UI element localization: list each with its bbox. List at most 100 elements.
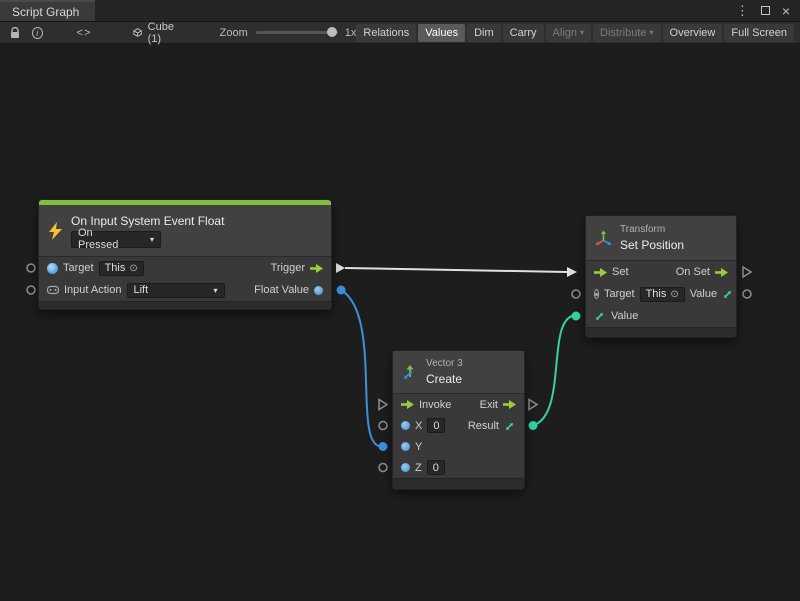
vector3-z-row: Z 0	[393, 457, 524, 478]
code-icon[interactable]: <>	[77, 27, 92, 39]
node-vector3-create[interactable]: Vector 3 Create Invoke Exit X 0 Result Y	[392, 350, 525, 490]
transform-value-row: Value	[586, 305, 736, 327]
port-y-in[interactable]	[379, 442, 388, 451]
port-event-target-in[interactable]	[27, 264, 35, 272]
carry-button[interactable]: Carry	[503, 24, 544, 42]
graph-canvas[interactable]: On Input System Event Float On Pressed▾ …	[0, 45, 800, 601]
zoom-slider[interactable]	[256, 31, 338, 34]
menu-kebab-icon[interactable]: ⋮	[736, 3, 749, 19]
port-onset-out[interactable]	[743, 267, 751, 277]
distribute-button[interactable]: Distribute▾	[593, 24, 660, 42]
transform-set-row: Set On Set	[586, 261, 736, 283]
node-type-label: Transform	[620, 224, 684, 235]
input-action-icon	[47, 285, 59, 295]
graph-asset-icon	[133, 27, 142, 38]
node-title: Set Position	[620, 238, 684, 252]
vector3-x-row: X 0 Result	[393, 415, 524, 436]
flow-arrow-icon	[310, 264, 323, 273]
window-controls: ⋮ ×	[736, 0, 800, 21]
port-set-in[interactable]	[567, 267, 577, 277]
vector3-type-icon	[722, 288, 734, 300]
vector3-y-row: Y	[393, 436, 524, 457]
port-trigger-out[interactable]	[336, 263, 345, 273]
target-label: Target	[604, 288, 635, 300]
float-port-icon	[314, 286, 323, 295]
transform-icon	[595, 230, 612, 246]
x-value-field[interactable]: 0	[427, 418, 445, 433]
z-value-field[interactable]: 0	[427, 460, 445, 475]
float-port-icon	[401, 421, 410, 430]
trigger-label: Trigger	[271, 262, 305, 274]
flow-arrow-icon	[594, 268, 607, 277]
set-label: Set	[612, 266, 629, 278]
object-picker-icon[interactable]: ⊙	[129, 263, 137, 274]
port-event-inputaction-in[interactable]	[27, 286, 35, 294]
info-icon[interactable]: i	[32, 27, 43, 39]
event-target-value-box[interactable]: This⊙	[99, 261, 144, 276]
zoom-slider-handle[interactable]	[327, 27, 337, 37]
chevron-down-icon: ▾	[580, 28, 584, 37]
object-picker-icon[interactable]: ⊙	[670, 289, 678, 300]
vector3-type-icon	[594, 310, 606, 322]
input-action-label: Input Action	[64, 284, 122, 296]
transform-node-header[interactable]: Transform Set Position	[586, 216, 736, 261]
port-x-in[interactable]	[379, 422, 387, 430]
node-title: On Input System Event Float	[71, 214, 224, 228]
float-value-label: Float Value	[254, 284, 309, 296]
wire-trigger-to-set[interactable]	[345, 268, 567, 272]
port-z-in[interactable]	[379, 464, 387, 472]
result-label: Result	[468, 420, 499, 432]
lock-icon[interactable]	[10, 27, 20, 39]
tab-title: Script Graph	[12, 5, 79, 19]
dim-button[interactable]: Dim	[467, 24, 501, 42]
port-transform-target-in[interactable]	[572, 290, 580, 298]
port-value-out[interactable]	[743, 290, 751, 298]
event-node-header[interactable]: On Input System Event Float On Pressed▾	[39, 205, 331, 257]
wire-floatvalue-to-y[interactable]	[341, 290, 381, 447]
vector3-node-footer	[393, 478, 524, 489]
node-type-label: Vector 3	[426, 358, 463, 369]
lightning-icon	[48, 222, 63, 240]
port-float-value-out[interactable]	[337, 286, 346, 295]
float-port-icon	[401, 442, 410, 451]
vector3-type-icon	[504, 420, 516, 432]
graph-target-label: Cube (1)	[148, 21, 184, 45]
title-bar: Script Graph ⋮ ×	[0, 0, 800, 22]
close-icon[interactable]: ×	[782, 4, 790, 18]
port-value-in[interactable]	[572, 312, 581, 321]
float-port-icon	[401, 463, 410, 472]
event-mode-dropdown[interactable]: On Pressed▾	[71, 231, 161, 248]
vector3-node-header[interactable]: Vector 3 Create	[393, 351, 524, 394]
zoom-label: Zoom	[220, 27, 248, 39]
relations-button[interactable]: Relations	[356, 24, 416, 42]
input-action-dropdown[interactable]: Lift▾	[127, 283, 225, 298]
vector3-invoke-row: Invoke Exit	[393, 394, 524, 415]
graph-target-button[interactable]: Cube (1)	[133, 21, 183, 45]
flow-arrow-icon	[401, 400, 414, 409]
node-on-input-system-event-float[interactable]: On Input System Event Float On Pressed▾ …	[38, 199, 332, 310]
chevron-down-icon: ▾	[150, 235, 154, 244]
node-transform-set-position[interactable]: Transform Set Position Set On Set Target…	[585, 215, 737, 338]
toolbar-buttons: Relations Values Dim Carry Align▾ Distri…	[356, 24, 796, 42]
chevron-down-icon: ▾	[213, 286, 217, 295]
values-button[interactable]: Values	[418, 24, 465, 42]
transform-node-footer	[586, 327, 736, 337]
wire-result-to-value[interactable]	[533, 316, 572, 426]
tab-script-graph[interactable]: Script Graph	[0, 0, 95, 21]
zoom-value: 1x	[345, 27, 357, 39]
align-button[interactable]: Align▾	[546, 24, 591, 42]
transform-target-value-box[interactable]: This⊙	[640, 287, 685, 302]
node-title: Create	[426, 372, 463, 386]
value-in-label: Value	[611, 310, 638, 322]
fullscreen-button[interactable]: Full Screen	[724, 24, 794, 42]
gameobject-icon	[47, 263, 58, 274]
maximize-icon[interactable]	[761, 6, 770, 15]
z-label: Z	[415, 462, 422, 474]
vector3-icon	[402, 364, 418, 380]
graph-toolbar: i <> Cube (1) Zoom 1x Relations Values D…	[0, 22, 800, 44]
overview-button[interactable]: Overview	[663, 24, 723, 42]
port-exit-out[interactable]	[529, 400, 537, 410]
value-out-label: Value	[690, 288, 717, 300]
port-invoke-in[interactable]	[379, 400, 387, 410]
port-result-out[interactable]	[529, 421, 538, 430]
